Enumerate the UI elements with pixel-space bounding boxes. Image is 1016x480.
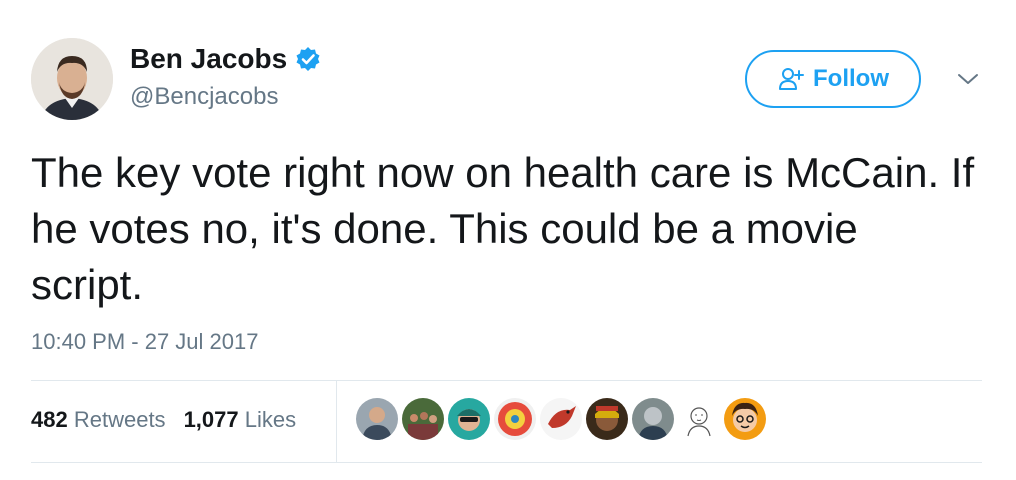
retweets-label: Retweets	[73, 407, 166, 432]
liker-avatar[interactable]	[448, 398, 490, 440]
add-user-icon	[777, 65, 805, 93]
more-options-button[interactable]	[950, 64, 986, 94]
tweet-timestamp[interactable]: 10:40 PM - 27 Jul 2017	[31, 328, 258, 356]
tweet-stats: 482 Retweets 1,077 Likes	[31, 405, 296, 435]
liker-avatar[interactable]	[632, 398, 674, 440]
user-handle[interactable]: @Bencjacobs	[130, 82, 278, 112]
stats-divider-vertical	[336, 381, 337, 462]
liker-avatars	[356, 398, 766, 442]
liker-avatar[interactable]	[724, 398, 766, 440]
retweets-stat[interactable]: 482 Retweets	[31, 405, 166, 435]
stats-divider-top	[31, 380, 982, 381]
liker-avatar[interactable]	[402, 398, 444, 440]
display-name[interactable]: Ben Jacobs	[130, 42, 287, 76]
chevron-down-icon	[958, 74, 978, 84]
likes-stat[interactable]: 1,077 Likes	[184, 405, 297, 435]
liker-avatar[interactable]	[678, 398, 720, 440]
follow-button-label: Follow	[813, 65, 889, 92]
liker-avatar[interactable]	[356, 398, 398, 440]
tweet-text: The key vote right now on health care is…	[31, 149, 975, 308]
liker-avatar[interactable]	[540, 398, 582, 440]
verified-badge-icon	[295, 46, 321, 72]
likes-count: 1,077	[183, 407, 239, 432]
liker-avatar[interactable]	[586, 398, 628, 440]
liker-avatar[interactable]	[494, 398, 536, 440]
likes-label: Likes	[244, 407, 297, 432]
follow-button[interactable]: Follow	[745, 50, 921, 108]
profile-avatar[interactable]	[31, 38, 113, 120]
retweets-count: 482	[31, 407, 68, 432]
author-name-row: Ben Jacobs	[130, 42, 321, 76]
stats-divider-bottom	[31, 462, 982, 463]
